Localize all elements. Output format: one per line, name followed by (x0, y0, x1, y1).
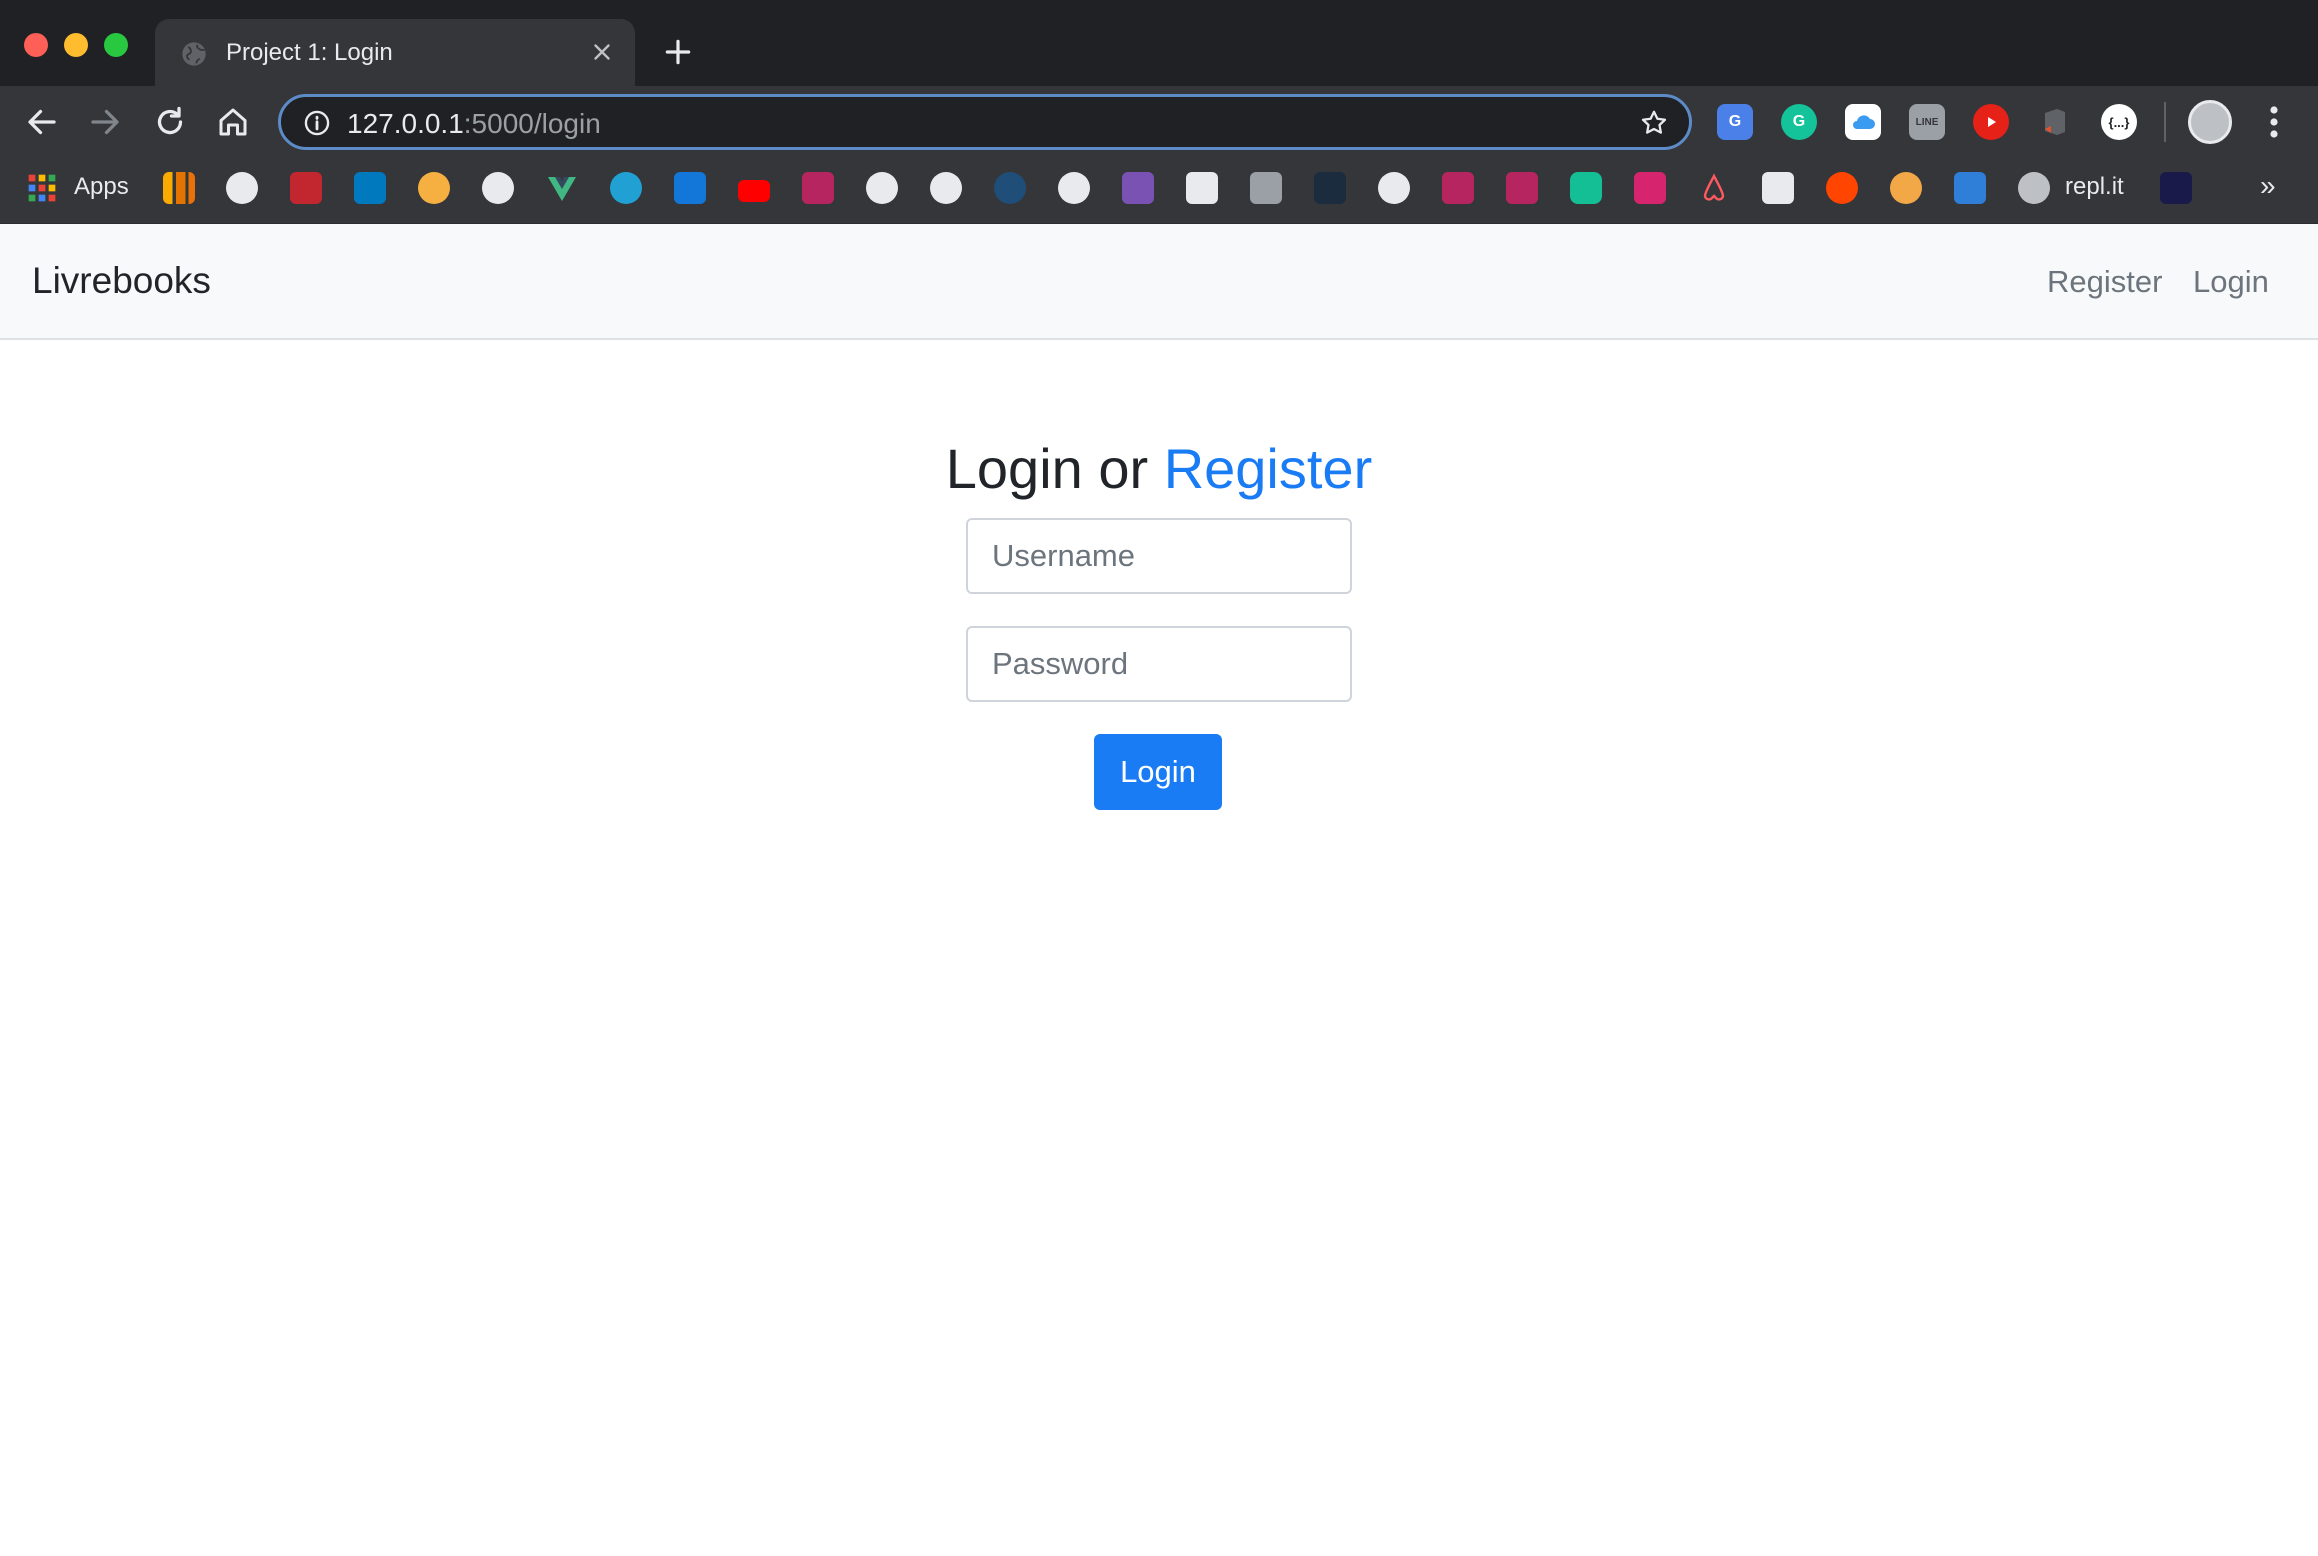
globe-icon[interactable] (1378, 172, 1410, 204)
site-info-icon[interactable] (303, 109, 331, 137)
globe-icon (182, 42, 206, 66)
tab-title: Project 1: Login (226, 39, 393, 66)
new-tab-icon[interactable] (662, 36, 694, 68)
line-icon[interactable]: LINE (1909, 104, 1945, 140)
thirty-seconds-icon[interactable] (2160, 172, 2192, 204)
heading-text: Login or (945, 437, 1149, 500)
login-heading: Login or Register (0, 436, 2318, 501)
vue-icon[interactable] (546, 172, 578, 204)
sololearn-icon[interactable] (290, 172, 322, 204)
office-icon[interactable] (2037, 104, 2073, 140)
google-translate-icon[interactable]: G (1717, 104, 1753, 140)
nav-login-link[interactable]: Login (2193, 264, 2269, 300)
vscode-icon[interactable] (674, 172, 706, 204)
globe-icon[interactable] (226, 172, 258, 204)
zoom-window-button[interactable] (104, 33, 128, 57)
brand-logo[interactable]: Livrebooks (32, 260, 211, 302)
github-icon[interactable] (866, 172, 898, 204)
visual-studio-icon[interactable] (1634, 172, 1666, 204)
password-input[interactable] (966, 626, 1352, 702)
nav-register-link[interactable]: Register (2047, 264, 2162, 300)
airbnb-icon[interactable] (1698, 172, 1730, 204)
edx-icon[interactable] (802, 172, 834, 204)
edx-icon[interactable] (1442, 172, 1474, 204)
url-text: 127.0.0.1:5000/login (347, 108, 601, 140)
bookmark-star-icon[interactable] (1639, 108, 1669, 138)
home-icon[interactable] (215, 104, 251, 140)
url-host: 127.0.0.1 (347, 108, 464, 139)
book-icon[interactable] (1762, 172, 1794, 204)
json-viewer-icon[interactable]: {...} (2101, 104, 2137, 140)
bookmarks-overflow-chevron[interactable]: » (2260, 170, 2276, 202)
heading-register-link[interactable]: Register (1164, 437, 1373, 500)
login-page: Login or Register Login (0, 340, 2318, 1556)
cloud-upload-icon[interactable] (1954, 172, 1986, 204)
bookmark-replit-label[interactable]: repl.it (2065, 173, 2124, 201)
address-bar[interactable]: 127.0.0.1:5000/login (278, 94, 1692, 150)
globe-icon[interactable] (482, 172, 514, 204)
grammarly-icon[interactable]: G (1781, 104, 1817, 140)
url-path: :5000/login (463, 108, 601, 139)
globe-icon[interactable] (1058, 172, 1090, 204)
heroku-icon[interactable] (1122, 172, 1154, 204)
more-options-icon[interactable] (2262, 104, 2286, 140)
docker-icon[interactable] (994, 172, 1026, 204)
close-window-button[interactable] (24, 33, 48, 57)
abacus-icon[interactable] (1250, 172, 1282, 204)
replit-icon[interactable] (2018, 172, 2050, 204)
wordpress-icon[interactable] (610, 172, 642, 204)
browser-tab[interactable]: Project 1: Login (155, 19, 635, 86)
profile-avatar[interactable] (2188, 100, 2232, 144)
username-input[interactable] (966, 518, 1352, 594)
browser-window: Project 1: Login 127.0.0.1:5000/login G … (0, 0, 2318, 224)
tab-strip: Project 1: Login (0, 0, 2318, 86)
minimize-window-button[interactable] (64, 33, 88, 57)
toolbar-separator (2164, 102, 2166, 142)
pixel-icon[interactable] (1314, 172, 1346, 204)
back-icon[interactable] (24, 104, 60, 140)
close-tab-icon[interactable] (589, 39, 615, 65)
alarm-icon[interactable] (418, 172, 450, 204)
bookmarks-bar: Apps repl.it » (0, 158, 2318, 224)
notion-icon[interactable] (1186, 172, 1218, 204)
browser-toolbar: 127.0.0.1:5000/login G G LINE {...} (0, 86, 2318, 158)
youtube-play-icon[interactable] (1973, 104, 2009, 140)
icloud-icon[interactable] (1845, 104, 1881, 140)
forward-icon[interactable] (87, 104, 123, 140)
trello-icon[interactable] (354, 172, 386, 204)
site-navbar: Livrebooks Register Login (0, 224, 2318, 340)
bookmark-apps-label[interactable]: Apps (74, 173, 129, 201)
edx-icon[interactable] (1506, 172, 1538, 204)
youtube-icon[interactable] (738, 180, 770, 202)
reload-icon[interactable] (152, 104, 188, 140)
login-button[interactable]: Login (1094, 734, 1222, 810)
ebay-icon[interactable] (1890, 172, 1922, 204)
analytics-icon[interactable] (163, 172, 195, 204)
apps-grid-icon[interactable] (26, 172, 58, 204)
khan-academy-icon[interactable] (1570, 172, 1602, 204)
reddit-icon[interactable] (1826, 172, 1858, 204)
github-icon[interactable] (930, 172, 962, 204)
